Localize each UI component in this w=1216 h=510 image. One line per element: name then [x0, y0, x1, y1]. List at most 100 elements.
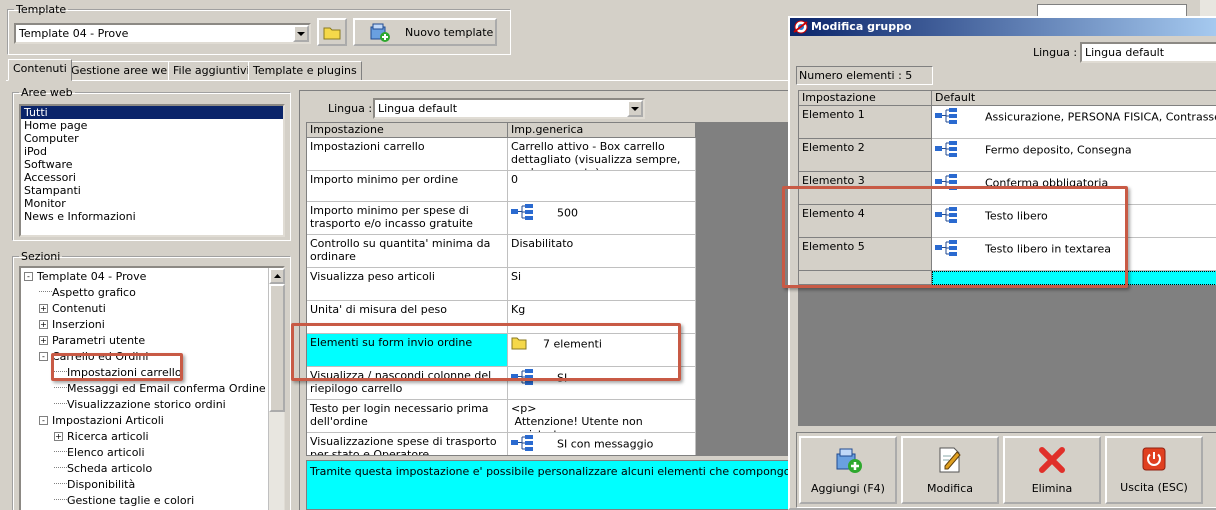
open-folder-button[interactable]: [317, 18, 347, 46]
setting-name-cell[interactable]: Visualizzazione spese di trasporto per s…: [307, 433, 508, 455]
aree-web-list[interactable]: Tutti Home page Computer iPod Software Access…: [19, 104, 285, 237]
tree-node[interactable]: - Template 04 - Prove: [24, 269, 146, 284]
sezioni-tree[interactable]: - Template 04 - Prove Aspetto grafico + Cont…: [19, 266, 285, 510]
tree-node[interactable]: Gestione taglie e colori: [54, 493, 194, 508]
dialog-element-name[interactable]: Elemento 1: [799, 106, 932, 139]
setting-value-cell[interactable]: <p> Attenzione! Utente non registrato.: [508, 400, 696, 433]
tree-node[interactable]: + Inserzioni: [39, 317, 105, 332]
tree-node[interactable]: + Parametri utente: [39, 333, 145, 348]
edit-button[interactable]: Modifica: [901, 436, 999, 504]
tab-gestione-aree-web[interactable]: Gestione aree web: [66, 61, 180, 81]
tab-template-plugins[interactable]: Template e plugins: [248, 61, 362, 81]
aree-web-item[interactable]: iPod: [21, 145, 283, 158]
aree-web-item[interactable]: Tutti: [21, 106, 283, 119]
aree-web-item[interactable]: Accessori: [21, 171, 283, 184]
setting-name-cell[interactable]: Visualizza peso articoli: [307, 268, 508, 301]
setting-name-cell[interactable]: Impostazioni carrello: [307, 138, 508, 171]
dialog-col-default[interactable]: Default: [932, 91, 1216, 106]
aree-web-item[interactable]: Home page: [21, 119, 283, 132]
tree-node[interactable]: Visualizzazione storico ordini: [54, 397, 226, 412]
tree-node-label: Disponibilità: [67, 478, 136, 491]
dialog-lingua-label: Lingua :: [1033, 46, 1078, 59]
tree-node-label: Gestione taglie e colori: [67, 494, 195, 507]
tree-node-label: Elenco articoli: [67, 446, 145, 459]
setting-name-cell[interactable]: Importo minimo per ordine: [307, 171, 508, 202]
tree-node-label: Parametri utente: [52, 334, 146, 347]
dialog-title-bar[interactable]: Modifica gruppo: [790, 18, 1216, 36]
tab-contenuti[interactable]: Contenuti: [8, 59, 72, 81]
settings-col-value[interactable]: Imp.generica: [508, 123, 696, 138]
dialog-col-impostazione[interactable]: Impostazione: [799, 91, 932, 106]
tree-node[interactable]: + Contenuti: [39, 301, 106, 316]
settings-grid: Impostazione Imp.generica Impostazioni c…: [306, 122, 796, 456]
setting-value-cell[interactable]: 0: [508, 171, 696, 202]
chevron-down-icon[interactable]: [627, 100, 643, 117]
new-template-label: Nuovo template: [405, 25, 494, 39]
setting-value-cell[interactable]: Carrello attivo - Box carrello dettaglia…: [508, 138, 696, 171]
tab-template-plugins-label: Template e plugins: [253, 64, 357, 77]
tree-node[interactable]: - Impostazioni Articoli: [39, 413, 164, 428]
tree-node[interactable]: Elenco articoli: [54, 445, 145, 460]
collapse-icon[interactable]: -: [39, 416, 48, 425]
collapse-icon[interactable]: -: [39, 352, 48, 361]
add-button[interactable]: Aggiungi (F4): [799, 436, 897, 504]
sezioni-legend: Sezioni: [21, 250, 61, 263]
add-button-label: Aggiungi (F4): [811, 481, 885, 495]
tree-connector: [54, 387, 67, 388]
annotation-box-settings: [291, 323, 681, 381]
scroll-up-button[interactable]: [269, 268, 285, 284]
aree-web-item[interactable]: Stampanti: [21, 184, 283, 197]
expand-icon[interactable]: +: [39, 336, 48, 345]
tree-node[interactable]: + Ricerca articoli: [54, 429, 149, 444]
setting-value-cell[interactable]: 500: [508, 202, 696, 235]
tree-node-label: Messaggi ed Email conferma Ordine: [67, 382, 266, 395]
value-icon-wrap: [935, 108, 957, 127]
tree-node[interactable]: Messaggi ed Email conferma Ordine: [54, 381, 266, 396]
tree-node[interactable]: Aspetto grafico: [39, 285, 136, 300]
sezioni-scrollbar[interactable]: [268, 268, 285, 510]
setting-value: Si: [511, 270, 522, 283]
tree-node-label: Inserzioni: [52, 318, 105, 331]
expand-icon[interactable]: +: [39, 320, 48, 329]
tab-file-aggiuntivi-label: File aggiuntivi: [173, 64, 250, 77]
aree-web-item[interactable]: Computer: [21, 132, 283, 145]
setting-name-cell[interactable]: Controllo su quantita' minima da ordinar…: [307, 235, 508, 268]
template-combo[interactable]: Template 04 - Prove: [14, 23, 311, 44]
aree-web-item[interactable]: Software: [21, 158, 283, 171]
expand-icon[interactable]: +: [39, 304, 48, 313]
edit-button-label: Modifica: [927, 481, 973, 495]
new-template-button[interactable]: Nuovo template: [353, 18, 497, 46]
setting-value-cell[interactable]: Disabilitato: [508, 235, 696, 268]
aree-web-item[interactable]: News e Informazioni: [21, 210, 283, 223]
dialog-lingua-combo[interactable]: Lingua default: [1080, 42, 1216, 63]
tree-connector: [39, 291, 52, 292]
tree-node-label: Ricerca articoli: [67, 430, 149, 443]
dialog-element-name[interactable]: Elemento 2: [799, 139, 932, 172]
edit-icon: [939, 447, 961, 472]
dialog-element-value[interactable]: Fermo deposito, Consegna: [932, 139, 1216, 172]
setting-value: Kg: [511, 303, 526, 316]
setting-value: Disabilitato: [511, 237, 574, 250]
value-icon-wrap: [935, 141, 957, 160]
setting-name-cell[interactable]: Testo per login necessario prima dell'or…: [307, 400, 508, 433]
setting-name-cell[interactable]: Importo minimo per spese di trasporto e/…: [307, 202, 508, 235]
collapse-icon[interactable]: -: [24, 272, 33, 281]
aree-web-legend: Aree web: [21, 86, 73, 99]
chevron-down-icon[interactable]: [293, 25, 309, 42]
settings-col-impostazione[interactable]: Impostazione: [307, 123, 508, 138]
settings-lingua-value: Lingua default: [378, 102, 458, 115]
tab-file-aggiuntivi[interactable]: File aggiuntivi: [168, 61, 255, 81]
tree-structure-icon: [511, 435, 533, 451]
tree-node[interactable]: Disponibilità: [54, 477, 135, 492]
expand-icon[interactable]: +: [54, 432, 63, 441]
dialog-element-value[interactable]: Assicurazione, PERSONA FISICA, Contrasse…: [932, 106, 1216, 139]
setting-value-cell[interactable]: SI con messaggio: [508, 433, 696, 455]
setting-value-cell[interactable]: Si: [508, 268, 696, 301]
settings-lingua-combo[interactable]: Lingua default: [373, 98, 645, 119]
exit-button[interactable]: Uscita (ESC): [1105, 436, 1203, 504]
tree-node[interactable]: Scheda articolo: [54, 461, 152, 476]
aree-web-item[interactable]: Monitor: [21, 197, 283, 210]
scroll-thumb[interactable]: [269, 284, 285, 412]
tree-node-label: Scheda articolo: [67, 462, 153, 475]
delete-button[interactable]: Elimina: [1003, 436, 1101, 504]
